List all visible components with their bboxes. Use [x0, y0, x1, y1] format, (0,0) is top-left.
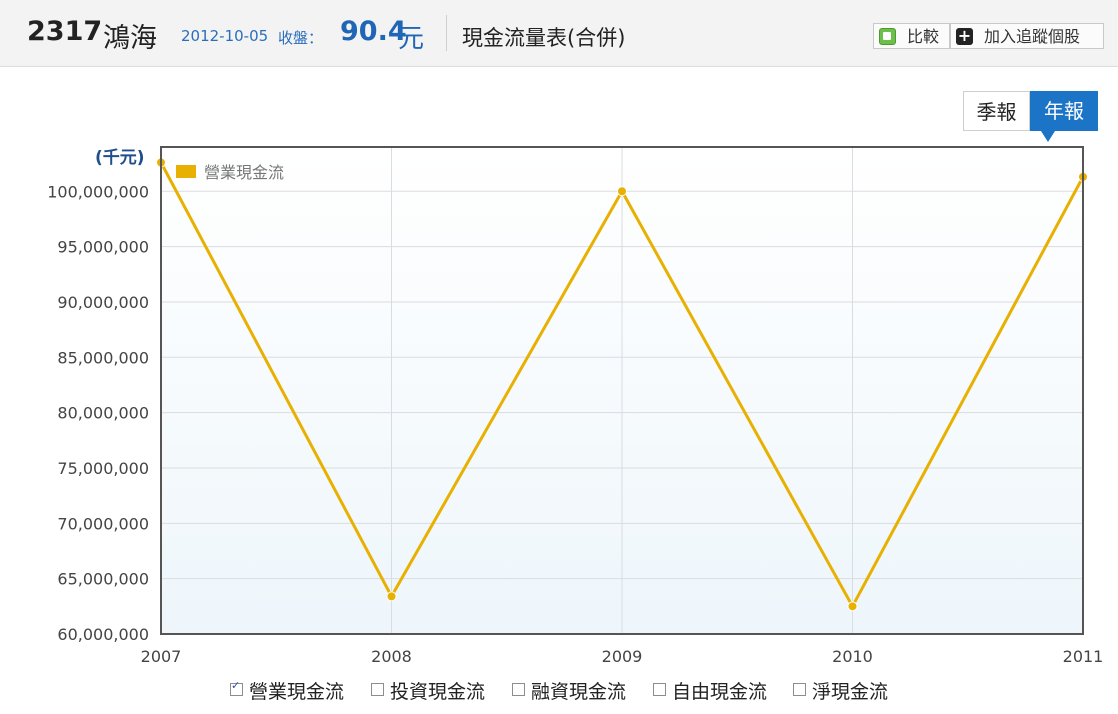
y-tick-label: 65,000,000 — [57, 570, 149, 589]
x-tick-label: 2011 — [1063, 647, 1104, 666]
x-tick-label: 2009 — [602, 647, 643, 666]
y-tick-label: 70,000,000 — [57, 514, 149, 533]
toggle-label: 自由現金流 — [672, 681, 768, 703]
toggle-financing[interactable]: 融資現金流 — [512, 677, 626, 704]
data-point[interactable] — [847, 601, 858, 612]
toggle-label: 融資現金流 — [531, 681, 627, 703]
data-point[interactable] — [617, 186, 627, 197]
toggle-free[interactable]: 自由現金流 — [653, 677, 767, 704]
checkbox-checked[interactable] — [230, 679, 243, 696]
y-tick-label: 75,000,000 — [57, 459, 149, 478]
legend-swatch — [176, 165, 196, 178]
y-tick-label: 80,000,000 — [57, 404, 149, 423]
y-tick-label: 60,000,000 — [57, 625, 149, 644]
toggle-label: 淨現金流 — [812, 681, 889, 703]
cash-flow-chart: 60,000,000 65,000,000 70,000,000 75,000,000… — [47, 146, 1104, 666]
x-tick-label: 2010 — [832, 647, 873, 666]
y-tick-label: 95,000,000 — [57, 238, 149, 257]
data-point[interactable] — [386, 591, 397, 602]
legend-label: 營業現金流 — [204, 163, 284, 182]
toggle-net[interactable]: 淨現金流 — [793, 677, 888, 704]
toggle-label: 投資現金流 — [390, 681, 486, 703]
toggle-investing[interactable]: 投資現金流 — [371, 677, 485, 704]
x-tick-label: 2008 — [371, 647, 412, 666]
toggle-label: 營業現金流 — [249, 681, 345, 703]
checkbox[interactable] — [371, 683, 384, 696]
toggle-operating[interactable]: 營業現金流 — [230, 677, 344, 704]
y-tick-label: 100,000,000 — [47, 182, 149, 201]
checkbox[interactable] — [653, 683, 666, 696]
y-unit-label: (千元) — [95, 148, 145, 168]
checkbox[interactable] — [793, 683, 806, 696]
y-tick-label: 85,000,000 — [57, 348, 149, 367]
checkbox[interactable] — [512, 683, 525, 696]
y-tick-label: 90,000,000 — [57, 293, 149, 312]
x-tick-label: 2007 — [141, 647, 182, 666]
